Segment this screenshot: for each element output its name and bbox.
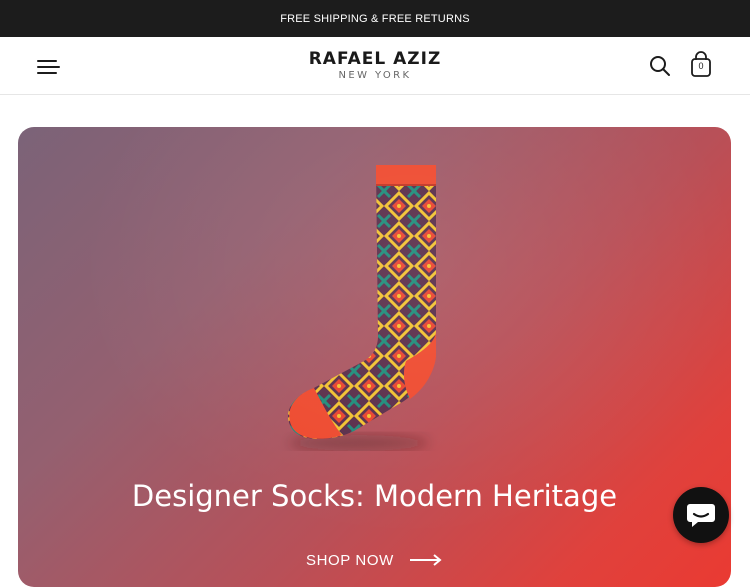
arrow-right-icon [409,554,442,566]
announcement-text: FREE SHIPPING & FREE RETURNS [280,12,470,25]
cart-count-badge: 0 [698,61,704,71]
sock-product-image [264,161,454,451]
shop-now-link[interactable]: SHOP NOW [306,547,446,573]
brand-name: RAFAEL AZIZ [308,49,442,69]
cart-button[interactable]: 0 [688,51,714,79]
search-icon[interactable] [648,54,672,78]
site-header: RAFAEL AZIZ NEW YORK 0 [0,37,750,95]
announcement-bar: FREE SHIPPING & FREE RETURNS [0,0,750,37]
chat-button[interactable] [673,487,729,543]
shop-now-label: SHOP NOW [306,551,394,569]
hero-title: Designer Socks: Modern Heritage [131,479,618,513]
chat-bubble-icon [687,504,715,527]
hero-banner[interactable]: Designer Socks: Modern Heritage SHOP NOW [18,127,731,587]
brand-location: NEW YORK [338,70,412,81]
brand-logo[interactable]: RAFAEL AZIZ NEW YORK [0,49,750,82]
